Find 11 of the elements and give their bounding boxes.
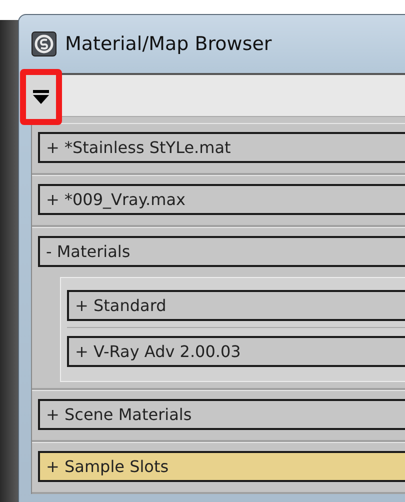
rollout-header[interactable]: + V-Ray Adv 2.00.03 [67,336,405,367]
app-logo-icon [31,31,57,57]
menu-button[interactable] [20,69,62,125]
rollout-header[interactable]: + Sample Slots [38,451,405,482]
window-title: Material/Map Browser [65,33,272,55]
rollout-header[interactable]: - Materials [38,236,405,267]
rollout-header[interactable]: + Scene Materials [38,399,405,430]
rollout-header[interactable]: + Standard [67,290,405,321]
rollout-header[interactable]: + *009_Vray.max [38,184,405,215]
dropdown-triangle-icon [32,89,50,105]
rollout-header[interactable]: + *Stainless StYLe.mat [38,132,405,163]
